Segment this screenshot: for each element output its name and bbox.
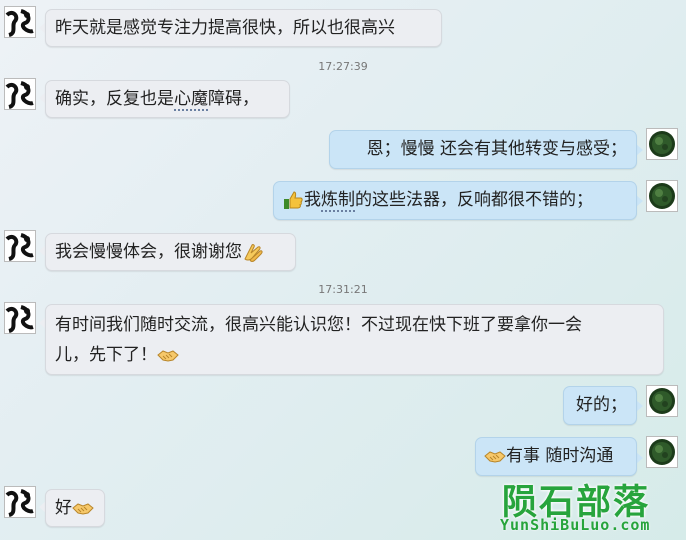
message-bubble-incoming[interactable]: 有时间我们随时交流，很高兴能认识您！不过现在快下班了要拿你一会 儿，先下了！ [45,304,664,375]
self-avatar[interactable] [646,180,678,212]
message-text: 有事 随时沟通 [506,446,614,466]
message-bubble-incoming[interactable]: 确实，反复也是心魔障碍， [45,80,290,118]
message-text-part: 我 [304,190,321,210]
message-bubble-incoming[interactable]: 好 [45,489,105,527]
handshake-icon [157,350,179,362]
message-text: 好 [55,498,72,518]
message-bubble-incoming[interactable]: 昨天就是感觉专注力提高很快，所以也很高兴 [45,9,442,47]
bubble-pointer [636,452,643,464]
self-avatar[interactable] [646,385,678,417]
bubble-pointer [636,400,643,412]
contact-avatar[interactable] [4,486,36,518]
message-text-part: 障碍， [208,89,259,109]
message-text: 我会慢慢体会，很谢谢您 [55,242,242,262]
self-avatar[interactable] [646,128,678,160]
message-bubble-outgoing[interactable]: 好的； [563,386,637,425]
message-bubble-incoming[interactable]: 我会慢慢体会，很谢谢您 [45,233,296,271]
contact-avatar[interactable] [4,78,36,110]
watermark-url: YunShiBuLuo.com [500,516,651,534]
message-bubble-outgoing[interactable]: 我炼制的这些法器，反响都很不错的； [273,181,637,220]
handshake-icon [484,451,506,463]
message-text-part: 确实，反复也是 [55,89,174,109]
self-avatar[interactable] [646,436,678,468]
message-text: 恩；慢慢 还会有其他转变与感受； [366,139,627,159]
thumbs-up-icon [284,191,303,209]
bubble-pointer [636,195,643,207]
contact-avatar[interactable] [4,302,36,334]
message-text-highlight[interactable]: 心魔 [174,89,208,111]
message-text: 好的； [576,395,627,415]
message-bubble-outgoing[interactable]: 恩；慢慢 还会有其他转变与感受； [329,130,637,169]
timestamp: 17:31:21 [318,283,368,296]
site-watermark: 陨石部落 YunShiBuLuo.com [496,474,686,540]
message-text-line: 儿，先下了！ [55,345,157,365]
message-text: 昨天就是感觉专注力提高很快，所以也很高兴 [55,18,395,38]
handshake-icon [72,503,94,515]
contact-avatar[interactable] [4,6,36,38]
message-text-line: 有时间我们随时交流，很高兴能认识您！不过现在快下班了要拿你一会 [55,315,582,335]
message-text-part: 的这些法器，反响都很不错的； [355,190,593,210]
timestamp: 17:27:39 [318,60,368,73]
clap-hands-icon [244,244,263,262]
bubble-pointer [636,144,643,156]
contact-avatar[interactable] [4,230,36,262]
message-text-highlight[interactable]: 炼制 [321,190,355,212]
message-bubble-outgoing[interactable]: 有事 随时沟通 [475,437,637,476]
